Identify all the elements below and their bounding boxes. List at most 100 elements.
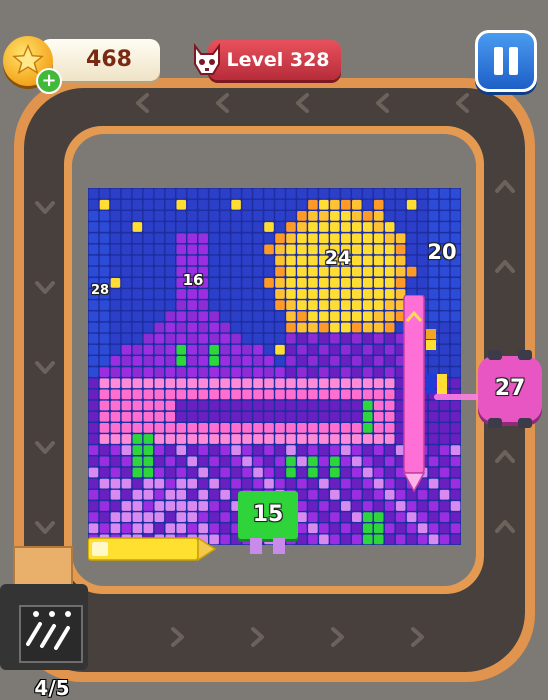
pixel-cell bbox=[264, 199, 274, 210]
pixel-cell bbox=[450, 311, 461, 322]
pixel-cell bbox=[121, 422, 132, 433]
pixel-cell bbox=[286, 255, 296, 266]
chevron-left-icon bbox=[376, 93, 389, 113]
pixel-cell bbox=[406, 188, 417, 199]
pixel-cell bbox=[132, 211, 143, 221]
pixel-cell bbox=[231, 188, 241, 199]
pixel-cell bbox=[242, 456, 252, 467]
pause-button[interactable] bbox=[475, 30, 537, 92]
yellow-pencil-bar[interactable] bbox=[88, 537, 216, 563]
pixel-cell bbox=[154, 523, 165, 534]
pixel-cell bbox=[231, 411, 241, 422]
pixel-cell bbox=[264, 478, 274, 489]
pixel-cell bbox=[406, 523, 417, 534]
pixel-cell bbox=[439, 501, 450, 511]
pixel-cell bbox=[319, 445, 329, 456]
pixel-cell bbox=[253, 188, 263, 199]
pixel-cell bbox=[176, 411, 187, 422]
pixel-cell bbox=[428, 422, 439, 433]
pixel-cell bbox=[242, 322, 252, 333]
pixel-cell bbox=[121, 378, 132, 389]
pixel-cell bbox=[198, 501, 208, 511]
pixel-cell bbox=[88, 434, 99, 444]
pixel-cell bbox=[297, 512, 307, 522]
pixel-cell bbox=[362, 400, 373, 411]
pixel-cell bbox=[110, 222, 121, 232]
sky-left-count-label: 28 bbox=[90, 283, 110, 298]
pink-pencil-bar[interactable] bbox=[401, 295, 427, 493]
pixel-cell bbox=[253, 434, 263, 444]
pixel-cell bbox=[362, 322, 373, 333]
pixel-cell bbox=[362, 188, 373, 199]
pixel-cell bbox=[428, 501, 439, 511]
queue-dispenser[interactable] bbox=[0, 584, 88, 670]
pixel-cell bbox=[330, 322, 340, 333]
pixel-cell bbox=[297, 400, 307, 411]
chevron-left-icon bbox=[456, 93, 469, 113]
pixel-cell bbox=[143, 255, 154, 266]
pixel-cell bbox=[308, 534, 318, 545]
pixel-cell bbox=[143, 501, 154, 511]
pixel-cell bbox=[417, 523, 428, 534]
pixel-cell bbox=[341, 422, 351, 433]
pixel-cell bbox=[143, 277, 154, 288]
pixel-cell bbox=[362, 255, 373, 266]
pixel-cell bbox=[99, 222, 110, 232]
pixel-cell bbox=[154, 222, 165, 232]
add-coins-button[interactable]: + bbox=[36, 68, 62, 94]
chevron-down-icon bbox=[35, 201, 55, 214]
pixel-cell bbox=[450, 456, 461, 467]
pixel-cell bbox=[121, 322, 132, 333]
pixel-cell bbox=[220, 467, 230, 478]
pixel-cell bbox=[121, 333, 132, 344]
pixel-cell bbox=[242, 188, 252, 199]
pixel-cell bbox=[308, 400, 318, 411]
pixel-cell bbox=[351, 389, 362, 400]
pixel-cell bbox=[308, 344, 318, 355]
pixel-cell bbox=[121, 389, 132, 400]
pixel-cell bbox=[220, 344, 230, 355]
pixel-cell bbox=[395, 222, 406, 232]
pixel-cell bbox=[450, 512, 461, 522]
pixel-cell bbox=[99, 311, 110, 322]
pixel-cell bbox=[187, 311, 198, 322]
pixel-cell bbox=[154, 311, 165, 322]
pixel-cell bbox=[220, 378, 230, 389]
pixel-cell bbox=[264, 434, 274, 444]
pixel-cell bbox=[242, 411, 252, 422]
pixel-cell bbox=[341, 523, 351, 534]
pixel-cell bbox=[384, 411, 395, 422]
pixel-cell bbox=[198, 233, 208, 244]
pixel-cell bbox=[176, 311, 187, 322]
pixel-cell bbox=[341, 188, 351, 199]
pixel-cell bbox=[253, 411, 263, 422]
pixel-cell bbox=[308, 322, 318, 333]
pixel-cell bbox=[330, 211, 340, 221]
pixel-cell bbox=[220, 255, 230, 266]
pixel-cell bbox=[198, 378, 208, 389]
pixel-cell bbox=[242, 300, 252, 311]
pixel-cell bbox=[242, 378, 252, 389]
pixel-cell bbox=[242, 344, 252, 355]
pixel-cell bbox=[297, 244, 307, 255]
pixel-cell bbox=[143, 199, 154, 210]
pixel-cell bbox=[384, 523, 395, 534]
pixel-cell bbox=[373, 311, 384, 322]
pixel-cell bbox=[253, 211, 263, 221]
chevron-left-icon bbox=[216, 93, 229, 113]
pixel-cell bbox=[242, 389, 252, 400]
pixel-cell bbox=[154, 333, 165, 344]
pixel-cell bbox=[242, 255, 252, 266]
pixel-cell bbox=[209, 400, 219, 411]
pixel-cell bbox=[297, 300, 307, 311]
pixel-cell bbox=[88, 400, 99, 411]
pixel-cell bbox=[341, 333, 351, 344]
pixel-cell bbox=[351, 378, 362, 389]
pixel-cell bbox=[154, 422, 165, 433]
green-block-count-label: 15 bbox=[252, 502, 284, 527]
pixel-cell bbox=[231, 333, 241, 344]
pixel-cell bbox=[176, 445, 187, 456]
pixel-cell bbox=[253, 244, 263, 255]
pixel-cell bbox=[330, 501, 340, 511]
pixel-cell bbox=[308, 367, 318, 377]
